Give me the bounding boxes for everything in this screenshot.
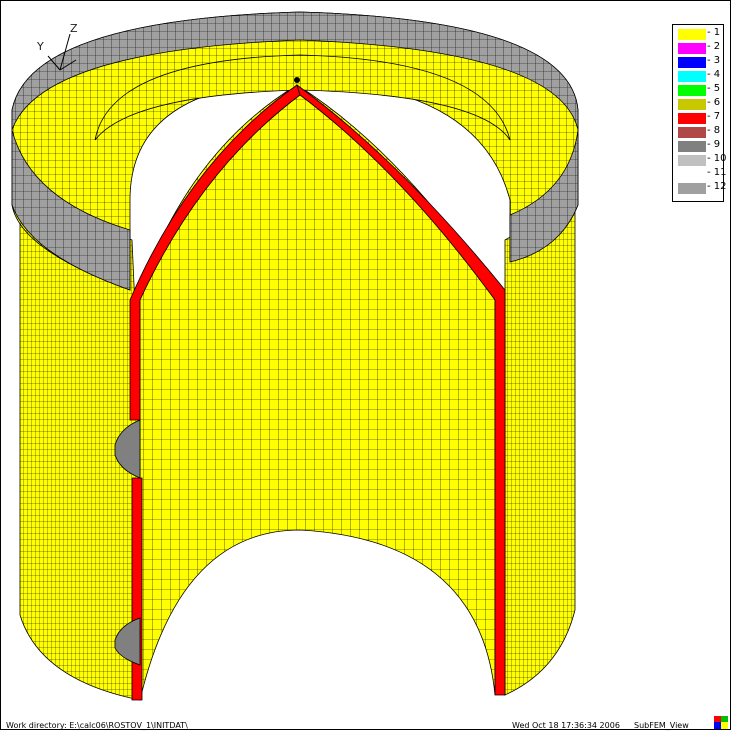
legend-item: - 11 bbox=[676, 167, 727, 181]
material-legend: - 1 - 2 - 3 - 4 - 5 - 6 - 7 - 8 - 9 - 10… bbox=[672, 24, 727, 202]
legend-label: - 1 bbox=[707, 27, 721, 38]
legend-swatch bbox=[678, 85, 706, 96]
legend-label: - 5 bbox=[707, 83, 721, 94]
legend-swatch bbox=[678, 43, 706, 54]
legend-label: - 8 bbox=[707, 125, 721, 136]
legend-label: - 2 bbox=[707, 41, 721, 52]
inner-wall bbox=[139, 84, 496, 701]
legend-label: - 12 bbox=[707, 181, 727, 192]
legend-item: - 3 bbox=[676, 55, 723, 69]
datetime-text: Wed Oct 18 17:36:34 2006 bbox=[512, 721, 620, 730]
legend-label: - 3 bbox=[707, 55, 721, 66]
legend-swatch bbox=[678, 141, 706, 152]
legend-item: - 2 bbox=[676, 41, 723, 55]
legend-swatch bbox=[678, 57, 706, 68]
axis-z-label: Z bbox=[70, 22, 78, 35]
legend-label: - 6 bbox=[707, 97, 721, 108]
legend-swatch bbox=[678, 155, 706, 166]
legend-item: - 6 bbox=[676, 97, 723, 111]
app-logo-icon[interactable] bbox=[714, 716, 728, 729]
legend-item: - 1 bbox=[676, 27, 723, 41]
legend-label: - 11 bbox=[707, 167, 727, 178]
legend-label: - 7 bbox=[707, 111, 721, 122]
legend-item: - 7 bbox=[676, 111, 723, 125]
legend-swatch bbox=[678, 127, 706, 138]
work-directory-text: Work directory: E:\calc06\ROSTOV_1\INITD… bbox=[6, 721, 188, 730]
legend-label: - 4 bbox=[707, 69, 721, 80]
app-name-text: SubFEM_View bbox=[634, 721, 689, 730]
legend-item: - 8 bbox=[676, 125, 723, 139]
legend-item: - 12 bbox=[676, 181, 727, 195]
outer-shell-right bbox=[504, 199, 576, 696]
legend-swatch bbox=[678, 71, 706, 82]
axis-y-label: Y bbox=[37, 40, 44, 53]
legend-swatch bbox=[678, 169, 706, 180]
legend-swatch bbox=[678, 99, 706, 110]
status-bar: Work directory: E:\calc06\ROSTOV_1\INITD… bbox=[0, 718, 733, 732]
legend-item: - 10 bbox=[676, 153, 727, 167]
legend-item: - 4 bbox=[676, 69, 723, 83]
legend-item: - 5 bbox=[676, 83, 723, 97]
legend-item: - 9 bbox=[676, 139, 723, 153]
fem-viewport[interactable] bbox=[0, 0, 733, 732]
legend-swatch bbox=[678, 29, 706, 40]
legend-label: - 9 bbox=[707, 139, 721, 150]
cladding-lower-left bbox=[131, 477, 143, 701]
dome-apex bbox=[294, 77, 300, 83]
legend-swatch bbox=[678, 113, 706, 124]
legend-swatch bbox=[678, 183, 706, 194]
legend-label: - 10 bbox=[707, 153, 727, 164]
